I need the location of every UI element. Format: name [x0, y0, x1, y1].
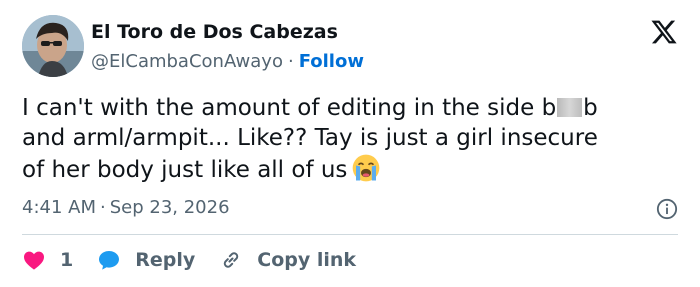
link-icon	[224, 252, 239, 268]
tweet-line-1: I can't with the amount of editing in th…	[22, 93, 682, 123]
like-count: 1	[60, 249, 74, 271]
author-handle[interactable]: @ElCambaConAwayo	[91, 51, 283, 72]
author-info: El Toro de Dos Cabezas @ElCambaConAwayo ·…	[91, 20, 364, 74]
tweet-header: El Toro de Dos Cabezas @ElCambaConAwayo ·…	[22, 15, 682, 77]
loudly-crying-face-icon	[353, 154, 380, 182]
copy-link-button[interactable]: Copy link	[219, 248, 356, 272]
tweet-line-1-end: b	[583, 95, 598, 121]
action-bar: 1 Reply Copy link	[22, 247, 380, 273]
handle-separator: ·	[287, 51, 294, 72]
tweet-line-2: and arml/armpit... Like?? Tay is just a …	[22, 125, 598, 151]
divider	[22, 234, 678, 235]
censor-blur	[557, 98, 583, 117]
x-logo-icon[interactable]	[650, 18, 678, 46]
tweet-line-3: of her body just like all of us	[22, 153, 682, 185]
reply-bubble-icon	[99, 251, 120, 270]
tweet-date: Sep 23, 2026	[109, 197, 230, 218]
author-display-name[interactable]: El Toro de Dos Cabezas	[91, 20, 364, 44]
author-handle-line: @ElCambaConAwayo · Follow	[91, 50, 364, 74]
reply-label: Reply	[135, 249, 196, 271]
reply-button[interactable]: Reply	[97, 248, 195, 272]
follow-button[interactable]: Follow	[299, 51, 364, 72]
tweet-timestamp[interactable]: 4:41 AM · Sep 23, 2026	[22, 197, 230, 218]
avatar[interactable]	[22, 15, 84, 77]
info-icon[interactable]	[656, 198, 678, 220]
like-button[interactable]: 1	[22, 248, 73, 272]
tweet-time: 4:41 AM	[22, 197, 96, 218]
tweet-line-3-text: of her body just like all of us	[22, 157, 348, 183]
tweet-card: El Toro de Dos Cabezas @ElCambaConAwayo ·…	[0, 0, 700, 287]
copy-link-label: Copy link	[257, 249, 357, 271]
timestamp-separator: ·	[100, 197, 106, 218]
heart-icon	[24, 251, 44, 270]
tweet-text: I can't with the amount of editing in th…	[22, 93, 682, 185]
tweet-line-1-text: I can't with the amount of editing in th…	[22, 95, 557, 121]
